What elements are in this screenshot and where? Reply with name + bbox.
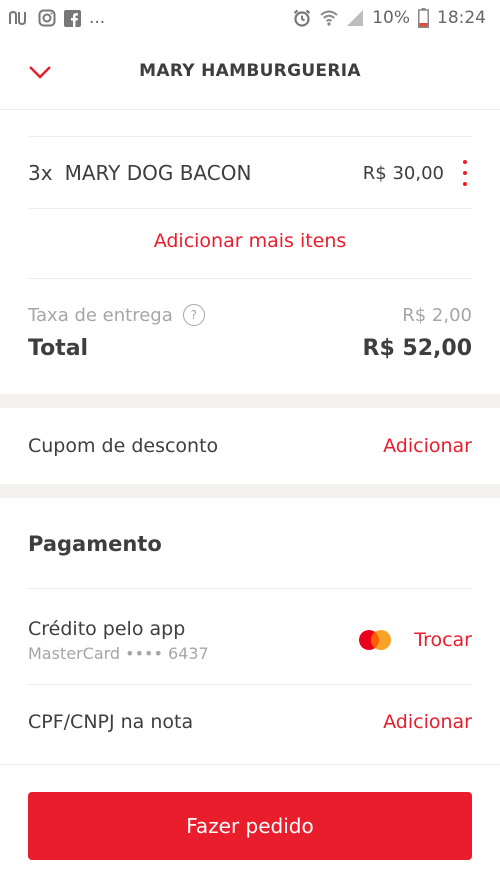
divider [28, 208, 472, 209]
instagram-icon [38, 9, 56, 27]
add-cpf-button[interactable]: Adicionar [383, 711, 472, 733]
place-order-button[interactable]: Fazer pedido [28, 792, 472, 860]
more-options-icon[interactable] [458, 160, 472, 186]
header: MARY HAMBURGUERIA [0, 36, 500, 110]
delivery-fee-row: Taxa de entrega ? R$ 2,00 [28, 304, 472, 326]
payment-method-text: Crédito pelo app MasterCard •••• 6437 [28, 618, 209, 663]
total-value: R$ 52,00 [362, 336, 473, 361]
payment-method: Crédito pelo app MasterCard •••• 6437 Tr… [28, 610, 472, 670]
status-bar-left: ... [8, 8, 105, 28]
nubank-icon [8, 10, 30, 26]
total-label: Total [28, 336, 89, 361]
add-more-items-link[interactable]: Adicionar mais itens [0, 230, 500, 252]
cpf-label: CPF/CNPJ na nota [28, 711, 194, 733]
item-name: MARY DOG BACON [64, 161, 252, 185]
cpf-row: CPF/CNPJ na nota Adicionar [28, 690, 472, 754]
card-details: MasterCard •••• 6437 [28, 643, 209, 663]
coupon-row: Cupom de desconto Adicionar [28, 408, 472, 484]
change-payment-button[interactable]: Trocar [414, 629, 472, 651]
footer: Fazer pedido [0, 764, 500, 889]
total-row: Total R$ 52,00 [28, 336, 472, 361]
payment-title: Pagamento [28, 532, 162, 556]
delivery-fee-value: R$ 2,00 [402, 304, 472, 326]
add-coupon-button[interactable]: Adicionar [383, 435, 472, 457]
section-separator [0, 394, 500, 408]
help-icon[interactable]: ? [182, 304, 205, 326]
alarm-icon [292, 8, 312, 28]
mastercard-icon [358, 629, 392, 651]
battery-icon [418, 8, 429, 28]
status-bar-right: 10% 18:24 [292, 8, 486, 28]
coupon-label: Cupom de desconto [28, 435, 219, 457]
payment-method-title: Crédito pelo app [28, 617, 186, 640]
item-price: R$ 30,00 [362, 162, 444, 184]
battery-percent: 10% [372, 8, 410, 28]
divider [28, 588, 472, 589]
divider [28, 278, 472, 279]
section-separator [0, 484, 500, 498]
restaurant-title: MARY HAMBURGUERIA [139, 61, 361, 81]
cart-item[interactable]: 3x MARY DOG BACON R$ 30,00 [28, 138, 472, 208]
item-quantity: 3x [28, 161, 53, 185]
signal-icon [346, 9, 364, 27]
facebook-icon [64, 9, 81, 27]
divider [28, 136, 472, 137]
status-time: 18:24 [437, 8, 486, 28]
status-bar: ... 10% 18:24 [0, 0, 500, 36]
wifi-icon [320, 9, 338, 27]
status-ellipsis: ... [89, 8, 106, 28]
divider [28, 684, 472, 685]
delivery-fee-label: Taxa de entrega [28, 304, 173, 326]
